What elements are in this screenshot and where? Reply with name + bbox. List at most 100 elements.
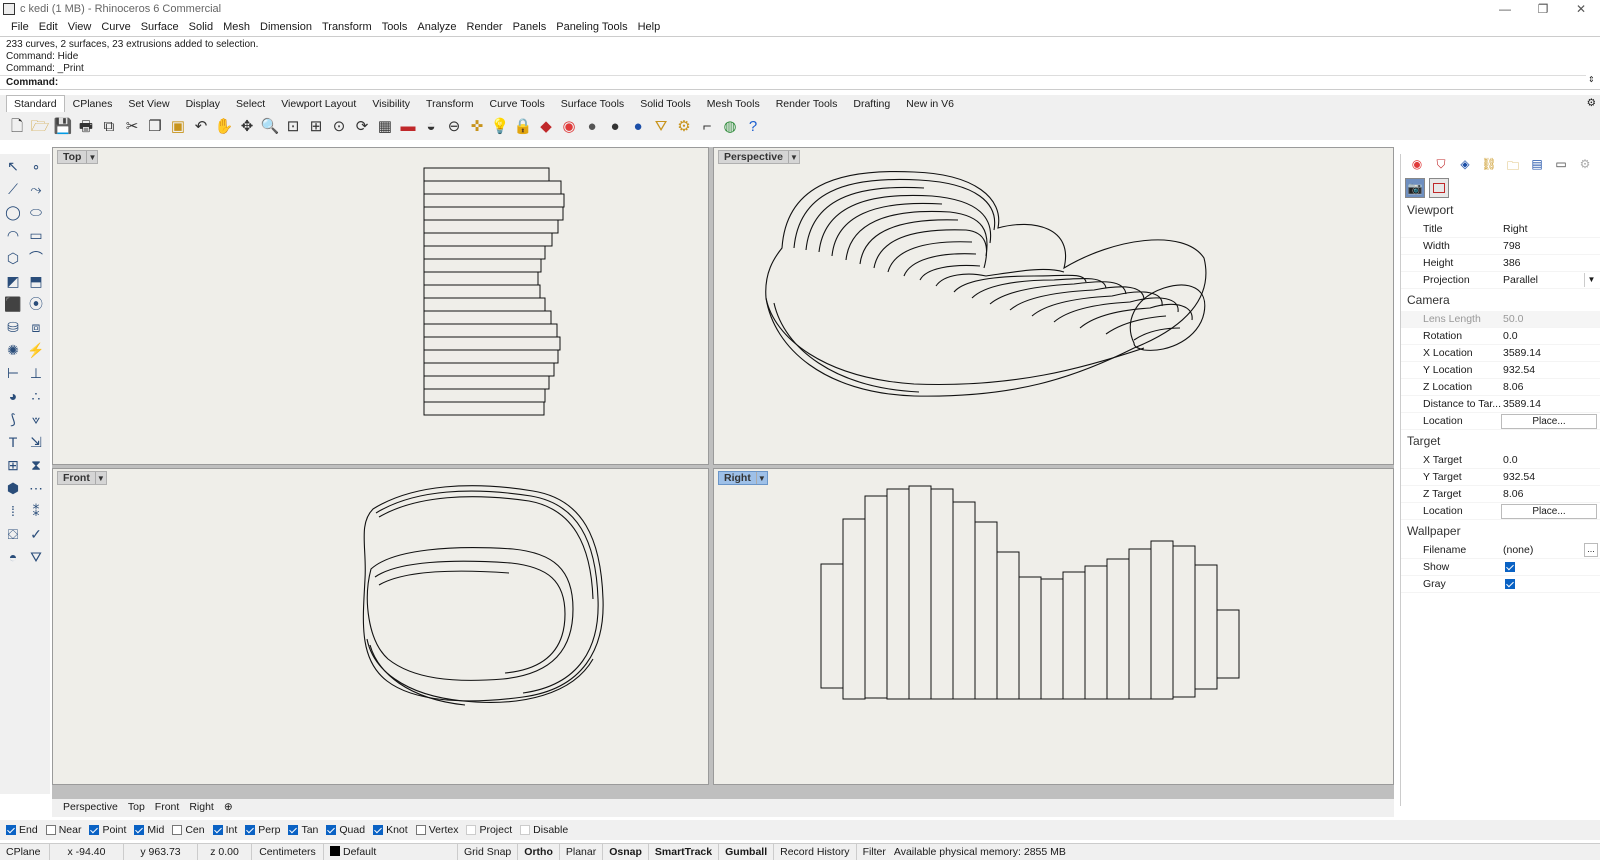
osnap-int[interactable]: Int [212, 824, 237, 836]
menu-edit[interactable]: Edit [34, 19, 63, 36]
prop-value-filename[interactable]: (none) [1503, 544, 1533, 556]
polyline-icon[interactable]: ⟋ [2, 179, 24, 199]
paste-icon[interactable]: ▣ [167, 115, 189, 137]
bucket-icon[interactable]: ⛛ [25, 547, 47, 567]
status-layer[interactable]: Default [324, 844, 458, 860]
prop-value-z-target[interactable]: 8.06 [1503, 488, 1523, 500]
menu-surface[interactable]: Surface [136, 19, 184, 36]
viewport-tab-right[interactable]: Right [184, 799, 219, 817]
open-icon[interactable]: 🗁 [29, 115, 51, 137]
group-icon[interactable]: ∴ [25, 386, 47, 406]
show-icon[interactable]: ◒ [420, 115, 442, 137]
menu-curve[interactable]: Curve [96, 19, 135, 36]
status-cplane[interactable]: CPlane [0, 844, 50, 860]
filter-icon[interactable]: ⛛ [650, 115, 672, 137]
polygon-icon[interactable]: ⬡ [2, 248, 24, 268]
zoom-extents-icon[interactable]: ⊞ [305, 115, 327, 137]
undo-icon[interactable]: ↶ [190, 115, 212, 137]
osnap-perp[interactable]: Perp [245, 824, 280, 836]
prop-value-height[interactable]: 386 [1503, 257, 1521, 269]
prop-value-y-target[interactable]: 932.54 [1503, 471, 1535, 483]
tab-mesh-tools[interactable]: Mesh Tools [699, 95, 768, 112]
viewport-perspective[interactable]: Perspective ▼ [713, 147, 1394, 465]
projection-select[interactable]: Parallel [1503, 274, 1538, 286]
color-wheel-icon[interactable]: ◉ [1407, 157, 1427, 173]
cage-edit-icon[interactable]: ⛋ [2, 524, 24, 544]
close-button[interactable]: ✕ [1566, 1, 1596, 17]
gear-tool-icon[interactable]: ✺ [2, 340, 24, 360]
menu-view[interactable]: View [63, 19, 97, 36]
rotate-view-icon[interactable]: ⟳ [351, 115, 373, 137]
settings-icon[interactable]: ⚙ [673, 115, 695, 137]
menu-transform[interactable]: Transform [317, 19, 377, 36]
zoom-icon[interactable]: 🔍 [259, 115, 281, 137]
checkbox-icon[interactable] [45, 825, 56, 835]
menu-file[interactable]: File [6, 19, 34, 36]
menu-solid[interactable]: Solid [184, 19, 218, 36]
chevron-down-icon[interactable]: ▼ [1584, 273, 1598, 287]
checkbox-icon[interactable] [288, 825, 299, 835]
tab-cplanes[interactable]: CPlanes [65, 95, 121, 112]
light-icon[interactable]: 💡 [489, 115, 511, 137]
tab-standard[interactable]: Standard [6, 95, 65, 112]
hide-icon[interactable]: ▬ [397, 115, 419, 137]
array-icon[interactable]: ⊞ [2, 455, 24, 475]
solid-box-icon[interactable]: ⬢ [2, 478, 24, 498]
checkbox-icon[interactable] [245, 825, 256, 835]
ellipse-icon[interactable]: ⬭ [25, 202, 47, 222]
tab-visibility[interactable]: Visibility [364, 95, 418, 112]
osnap-point[interactable]: Point [89, 824, 126, 836]
status-filter[interactable]: Filter [857, 844, 888, 860]
checkbox-icon[interactable] [326, 825, 337, 835]
menu-dimension[interactable]: Dimension [255, 19, 317, 36]
browse-button[interactable]: ... [1584, 543, 1598, 557]
status-smarttrack[interactable]: SmartTrack [649, 844, 720, 860]
checkbox-icon[interactable] [466, 825, 477, 835]
color-icon[interactable]: ◉ [558, 115, 580, 137]
menu-help[interactable]: Help [633, 19, 666, 36]
lock-icon[interactable]: 🔒 [512, 115, 534, 137]
viewport-layout-icon[interactable]: ▦ [374, 115, 396, 137]
tab-viewport-layout[interactable]: Viewport Layout [273, 95, 364, 112]
display-panel-icon[interactable]: ▭ [1551, 157, 1571, 173]
mirror-icon[interactable]: ⧗ [25, 455, 47, 475]
boolean-union-icon[interactable]: ⦿ [25, 294, 47, 314]
status-osnap[interactable]: Osnap [603, 844, 649, 860]
osnap-cen[interactable]: Cen [172, 824, 205, 836]
checkbox-icon[interactable] [212, 825, 223, 835]
checkbox-icon[interactable] [89, 825, 100, 835]
menu-panels[interactable]: Panels [508, 19, 552, 36]
prop-value-x-location[interactable]: 3589.14 [1503, 347, 1541, 359]
viewport-right[interactable]: Right ▼ [713, 468, 1394, 785]
status-gumball[interactable]: Gumball [719, 844, 775, 860]
material-icon[interactable]: ● [627, 115, 649, 137]
move-view-icon[interactable]: ✥ [236, 115, 258, 137]
layer-icon[interactable]: ◆ [535, 115, 557, 137]
checkbox-icon[interactable] [373, 825, 384, 835]
camera-icon[interactable]: 📷 [1405, 178, 1425, 198]
tab-render-tools[interactable]: Render Tools [768, 95, 846, 112]
osnap-mid[interactable]: Mid [134, 824, 164, 836]
prop-value-rotation[interactable]: 0.0 [1503, 330, 1518, 342]
menu-mesh[interactable]: Mesh [218, 19, 255, 36]
viewport-tab-top[interactable]: Top [123, 799, 150, 817]
status-planar[interactable]: Planar [560, 844, 604, 860]
tab-display[interactable]: Display [178, 95, 228, 112]
analyze-icon[interactable]: ◕ [2, 386, 24, 406]
rectangle-icon[interactable]: ▭ [25, 225, 47, 245]
help-icon[interactable]: ? [742, 115, 764, 137]
split-icon[interactable]: ⟇ [25, 409, 47, 429]
maximize-button[interactable]: ❐ [1528, 1, 1558, 17]
copy-icon[interactable]: ❐ [144, 115, 166, 137]
snap-icon[interactable]: ✜ [466, 115, 488, 137]
osnap-disable[interactable]: Disable [520, 824, 568, 836]
status-grid-snap[interactable]: Grid Snap [458, 844, 519, 860]
minimize-button[interactable]: — [1490, 1, 1520, 17]
status-ortho[interactable]: Ortho [518, 844, 560, 860]
viewport-tab-perspective[interactable]: Perspective [58, 799, 123, 817]
point-icon[interactable]: ∘ [25, 156, 47, 176]
arc-icon[interactable]: ◠ [2, 225, 24, 245]
render-tool-icon[interactable]: ⚡ [25, 340, 47, 360]
render-icon[interactable]: ● [604, 115, 626, 137]
viewport-top[interactable]: Top ▼ [52, 147, 709, 465]
